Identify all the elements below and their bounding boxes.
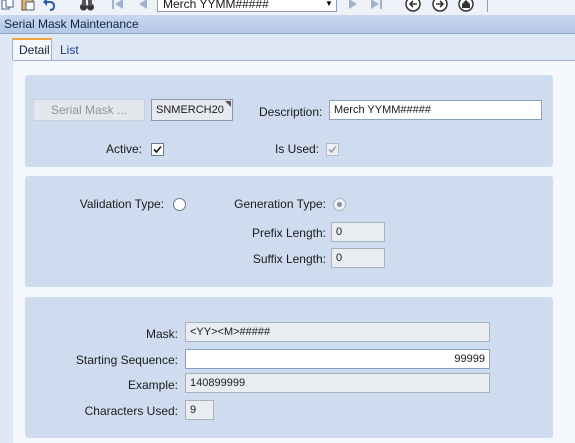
checkmark-icon xyxy=(328,145,337,154)
record-selector[interactable]: Merch YYMM##### ▼ xyxy=(157,0,337,12)
characters-used-field: 9 xyxy=(185,400,214,420)
description-label: Description: xyxy=(259,105,323,119)
window-title: Serial Mask Maintenance xyxy=(4,17,139,31)
back-icon[interactable] xyxy=(405,0,421,12)
generation-type-radio xyxy=(333,198,346,211)
characters-used-label: Characters Used: xyxy=(84,404,178,418)
tab-detail-label: Detail xyxy=(19,43,50,57)
chevron-down-icon[interactable]: ▼ xyxy=(322,0,336,11)
starting-sequence-field[interactable]: 99999 xyxy=(185,349,490,369)
checkmark-icon xyxy=(153,145,162,154)
tab-list-label: List xyxy=(60,43,79,57)
last-record-icon[interactable] xyxy=(368,0,384,12)
toolbar: Merch YYMM##### ▼ xyxy=(0,0,575,15)
paste-icon[interactable] xyxy=(20,0,36,12)
home-icon[interactable] xyxy=(458,0,474,12)
copy-icon[interactable] xyxy=(0,0,16,12)
tab-detail[interactable]: Detail xyxy=(12,38,52,60)
tab-list[interactable]: List xyxy=(60,38,90,60)
serial-mask-code-field[interactable]: SNMERCH20 xyxy=(151,99,233,121)
serial-mask-button[interactable]: Serial Mask ... xyxy=(33,99,145,121)
forward-icon[interactable] xyxy=(432,0,448,12)
validation-type-radio[interactable] xyxy=(173,198,186,211)
example-label: Example: xyxy=(127,378,178,392)
active-checkbox[interactable] xyxy=(151,143,164,156)
mask-label: Mask: xyxy=(145,327,178,341)
prefix-length-label: Prefix Length: xyxy=(251,226,326,240)
suffix-length-field: 0 xyxy=(331,248,385,268)
first-record-icon[interactable] xyxy=(110,0,126,12)
active-label: Active: xyxy=(105,142,142,156)
record-selector-value: Merch YYMM##### xyxy=(163,0,269,11)
next-record-icon[interactable] xyxy=(345,0,361,12)
starting-sequence-label: Starting Sequence: xyxy=(75,353,178,367)
prefix-length-field: 0 xyxy=(331,222,385,242)
validation-type-label: Validation Type: xyxy=(79,197,164,211)
is-used-label: Is Used: xyxy=(274,142,319,156)
window-title-bar: Serial Mask Maintenance xyxy=(0,15,575,34)
description-field[interactable]: Merch YYMM##### xyxy=(329,100,542,120)
is-used-checkbox xyxy=(326,143,339,156)
previous-record-icon[interactable] xyxy=(135,0,151,12)
suffix-length-label: Suffix Length: xyxy=(252,252,326,266)
undo-icon[interactable] xyxy=(41,0,57,12)
mask-field: <YY><M>##### xyxy=(185,322,490,342)
toolbar-divider xyxy=(487,0,488,12)
example-field: 140899999 xyxy=(185,373,490,393)
binoculars-icon[interactable] xyxy=(79,0,95,12)
generation-type-label: Generation Type: xyxy=(234,197,326,211)
